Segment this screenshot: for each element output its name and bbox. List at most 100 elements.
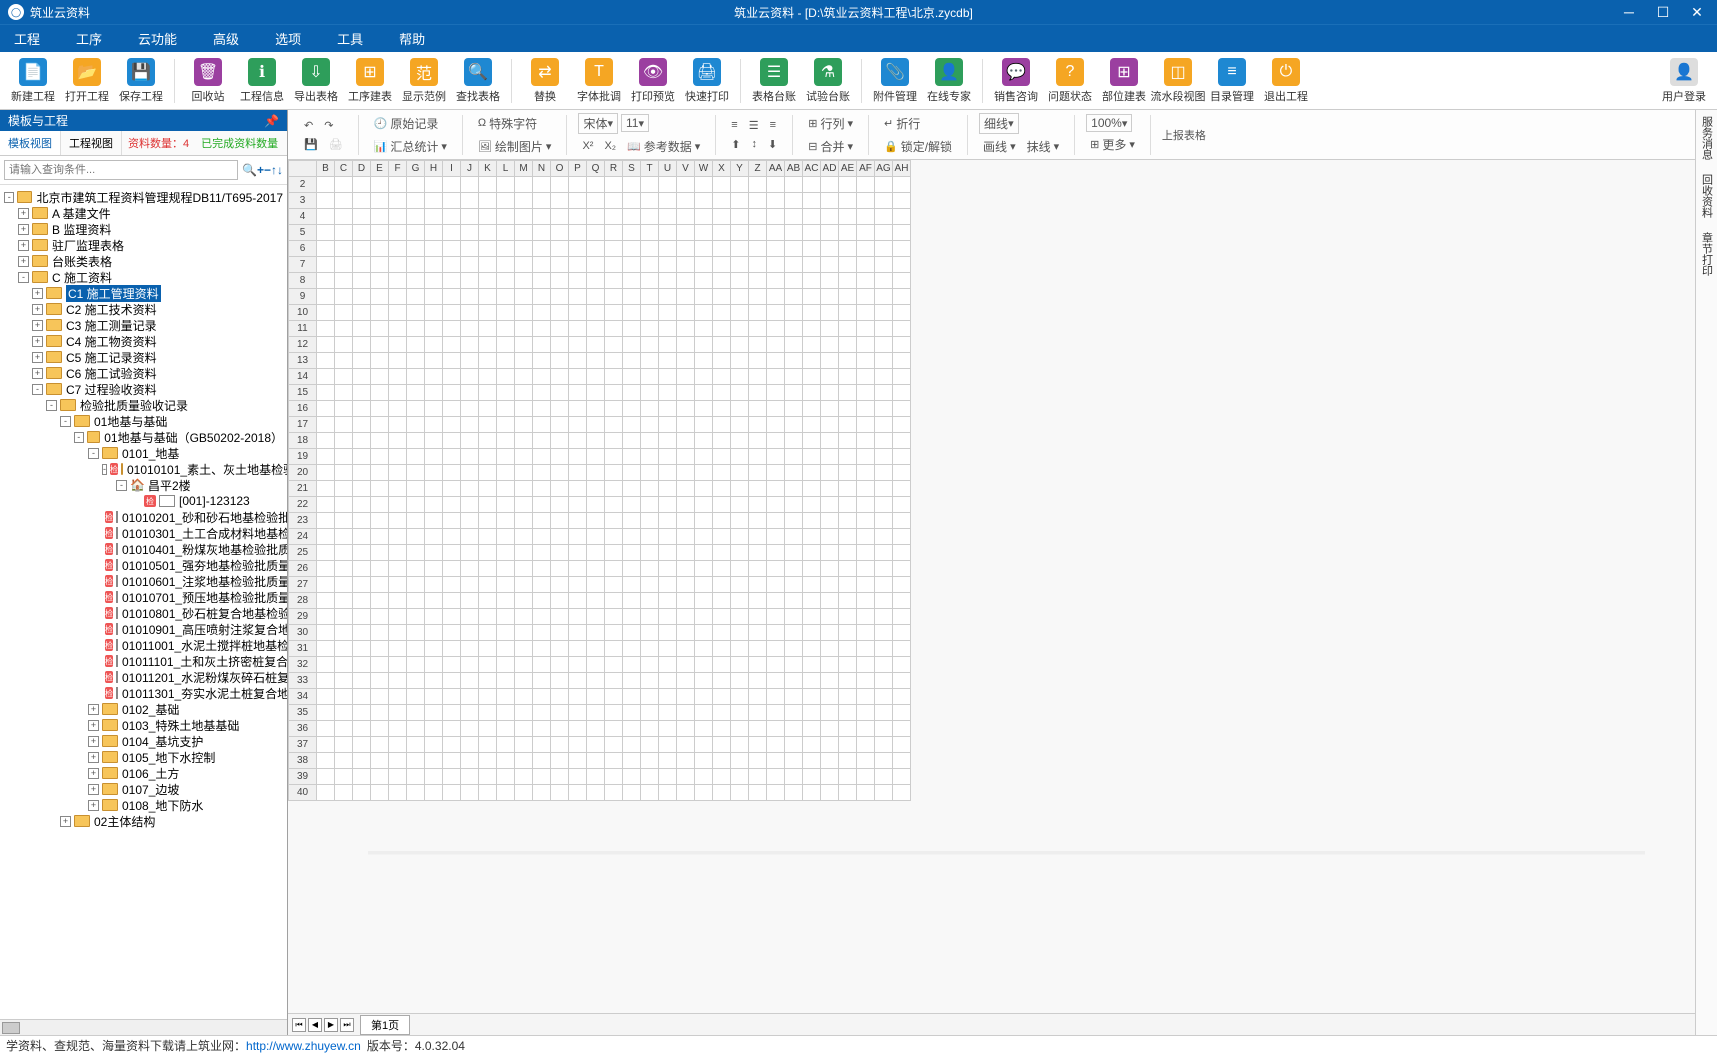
cell[interactable] (479, 241, 497, 257)
cell[interactable] (713, 209, 731, 225)
cell[interactable] (569, 513, 587, 529)
cell[interactable] (443, 625, 461, 641)
cell[interactable] (533, 529, 551, 545)
rightbar-章节打印[interactable]: 章节打印 (1699, 232, 1715, 276)
cell[interactable] (821, 369, 839, 385)
col-header[interactable]: C (335, 161, 353, 177)
cell[interactable] (749, 641, 767, 657)
cell[interactable] (461, 433, 479, 449)
cell[interactable] (803, 209, 821, 225)
cell[interactable] (425, 401, 443, 417)
cell[interactable] (587, 257, 605, 273)
cell[interactable] (785, 513, 803, 529)
cell[interactable] (551, 385, 569, 401)
cell[interactable] (623, 721, 641, 737)
cell[interactable] (317, 289, 335, 305)
cell[interactable] (335, 673, 353, 689)
cell[interactable] (533, 769, 551, 785)
cell[interactable] (803, 513, 821, 529)
cell[interactable] (731, 321, 749, 337)
cell[interactable] (821, 689, 839, 705)
cell[interactable] (443, 689, 461, 705)
cell[interactable] (875, 385, 893, 401)
cell[interactable] (515, 481, 533, 497)
cell[interactable] (857, 385, 875, 401)
cell[interactable] (749, 737, 767, 753)
cell[interactable] (515, 193, 533, 209)
cell[interactable] (659, 337, 677, 353)
cell[interactable] (893, 209, 911, 225)
cell[interactable] (479, 641, 497, 657)
cell[interactable] (461, 257, 479, 273)
cell[interactable] (353, 513, 371, 529)
cell[interactable] (533, 193, 551, 209)
col-header[interactable]: S (623, 161, 641, 177)
cell[interactable] (731, 433, 749, 449)
tbl-ledger-button[interactable]: ☰表格台账 (747, 58, 801, 104)
cell[interactable] (461, 689, 479, 705)
cell[interactable] (479, 321, 497, 337)
tree-toggle-icon[interactable]: + (32, 368, 43, 379)
export-tbl-button[interactable]: ⇩导出表格 (289, 58, 343, 104)
cell[interactable] (497, 497, 515, 513)
cell[interactable] (425, 529, 443, 545)
cell[interactable] (677, 481, 695, 497)
cell[interactable] (785, 769, 803, 785)
cell[interactable] (371, 689, 389, 705)
superscript-button[interactable]: X² (578, 138, 597, 154)
cell[interactable] (515, 209, 533, 225)
cell[interactable] (731, 289, 749, 305)
tree-node[interactable]: 检01010801_砂石桩复合地基检验批 (0, 605, 287, 621)
cell[interactable] (371, 609, 389, 625)
cell[interactable] (641, 481, 659, 497)
cell[interactable] (839, 513, 857, 529)
cell[interactable] (317, 257, 335, 273)
cell[interactable] (371, 529, 389, 545)
cell[interactable] (317, 385, 335, 401)
row-header[interactable]: 13 (289, 353, 317, 369)
cell[interactable] (407, 657, 425, 673)
cell[interactable] (317, 625, 335, 641)
cell[interactable] (623, 225, 641, 241)
cell[interactable] (425, 225, 443, 241)
cell[interactable] (479, 273, 497, 289)
cell[interactable] (389, 241, 407, 257)
row-header[interactable]: 24 (289, 529, 317, 545)
cell[interactable] (821, 641, 839, 657)
cell[interactable] (893, 497, 911, 513)
dept-tbl-button[interactable]: ⊞部位建表 (1097, 58, 1151, 104)
cell[interactable] (515, 465, 533, 481)
row-header[interactable]: 23 (289, 513, 317, 529)
cell[interactable] (713, 481, 731, 497)
tree-node[interactable]: -0101_地基 (0, 445, 287, 461)
cell[interactable] (749, 401, 767, 417)
cell[interactable] (677, 385, 695, 401)
cell[interactable] (893, 561, 911, 577)
cell[interactable] (839, 305, 857, 321)
cell[interactable] (893, 337, 911, 353)
cell[interactable] (713, 529, 731, 545)
cell[interactable] (479, 305, 497, 321)
cell[interactable] (875, 673, 893, 689)
cell[interactable] (587, 673, 605, 689)
cell[interactable] (335, 609, 353, 625)
cell[interactable] (695, 401, 713, 417)
test-ledger-button[interactable]: ⚗试验台账 (801, 58, 855, 104)
cell[interactable] (767, 321, 785, 337)
cell[interactable] (551, 193, 569, 209)
rightbar-回收资料[interactable]: 回收资料 (1699, 174, 1715, 218)
cell[interactable] (317, 209, 335, 225)
cell[interactable] (821, 705, 839, 721)
search-tool-4[interactable]: ↓ (277, 163, 283, 177)
cell[interactable] (479, 609, 497, 625)
show-demo-button[interactable]: 范显示范例 (397, 58, 451, 104)
cell[interactable] (407, 305, 425, 321)
cell[interactable] (389, 513, 407, 529)
cell[interactable] (623, 353, 641, 369)
cell[interactable] (605, 337, 623, 353)
cell[interactable] (821, 673, 839, 689)
cell[interactable] (371, 769, 389, 785)
cell[interactable] (533, 433, 551, 449)
fast-print-button[interactable]: 🖨快速打印 (680, 58, 734, 104)
cell[interactable] (785, 289, 803, 305)
